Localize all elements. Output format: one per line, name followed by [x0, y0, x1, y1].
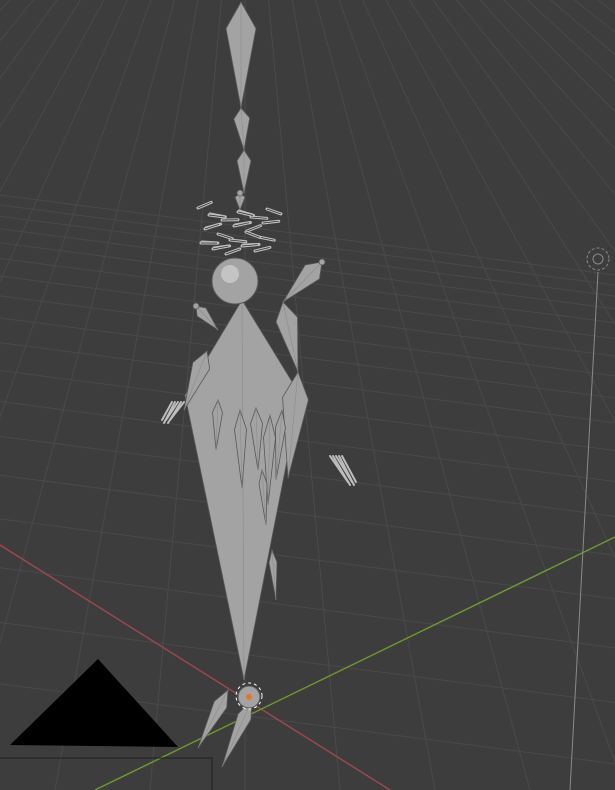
head-joint-highlight	[221, 265, 239, 283]
bone-head-joint	[236, 189, 244, 197]
viewport-canvas[interactable]	[0, 0, 615, 790]
origin-dot	[246, 694, 252, 700]
bone-head-joint	[318, 258, 326, 266]
bone-head-joint	[192, 302, 200, 310]
3d-viewport[interactable]	[0, 0, 615, 790]
